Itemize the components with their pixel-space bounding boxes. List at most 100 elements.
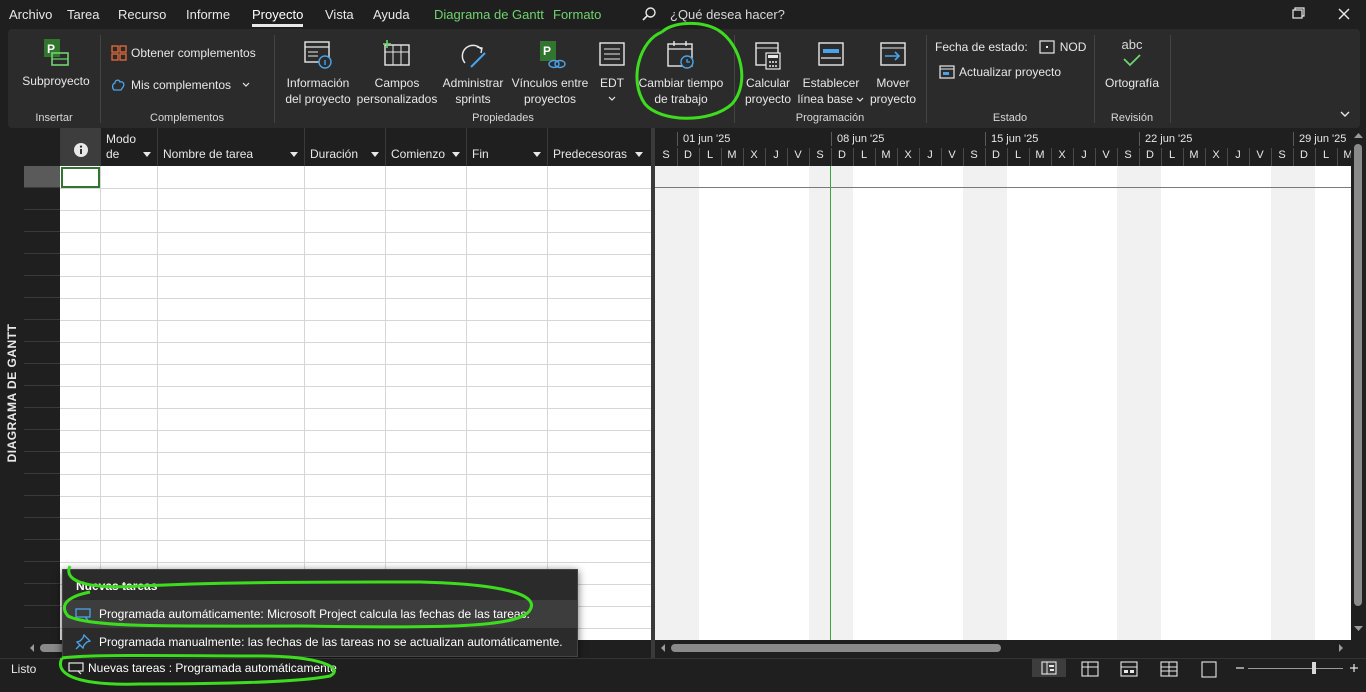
row-header[interactable] [24,254,60,276]
tab-diagrama-de-gantt[interactable]: Diagrama de Gantt [434,7,544,22]
row-header[interactable] [24,540,60,562]
row-header[interactable] [24,364,60,386]
tab-recurso[interactable]: Recurso [118,7,166,22]
group-separator [100,35,101,123]
cambiar-tiempo-trabajo-button[interactable]: Cambiar tiempo de trabajo [634,39,728,107]
scroll-up-icon[interactable] [1351,130,1366,142]
mover-label-1: Mover [876,76,910,90]
day-label: S [1278,149,1286,161]
obtener-complementos-button[interactable]: Obtener complementos [111,45,256,61]
row-header[interactable] [24,562,60,584]
column-header-duracion[interactable]: Duración [304,128,385,166]
row-header[interactable] [24,452,60,474]
restore-icon[interactable] [1286,4,1308,24]
tab-tarea[interactable]: Tarea [67,7,100,22]
administrar-sprints-button[interactable]: Administrar sprints [440,39,506,107]
timescale[interactable]: S D L M X J V S D L M X J V S D L M X J V S D L M X J V S D L M 01 jun '… [655,128,1351,166]
team-planner-icon[interactable] [1120,661,1138,679]
row-header[interactable] [24,188,60,210]
row-header[interactable] [24,320,60,342]
day-label: J [927,149,933,161]
calcular-proyecto-button[interactable]: Calcular proyecto [740,39,796,107]
gantt-hscroll[interactable] [655,640,1366,656]
scroll-left-icon[interactable] [657,640,669,656]
day-label: L [1168,149,1176,161]
gantt-chart[interactable]: S D L M X J V S D L M X J V S D L M X J V S D L M X J V S D L M 01 jun '… [655,128,1351,640]
tab-informe[interactable]: Informe [186,7,230,22]
row-header[interactable] [24,166,60,188]
mover-proyecto-button[interactable]: Mover proyecto [864,39,922,107]
nonworking-day-shading [831,166,853,640]
column-header-modo[interactable]: Modo de [100,128,157,166]
gantt-hscroll-thumb[interactable] [671,644,1001,652]
task-usage-icon[interactable] [1081,661,1099,679]
row-header[interactable] [24,276,60,298]
row-header[interactable] [24,584,60,606]
auto-schedule-icon [75,608,91,621]
scroll-down-icon[interactable] [1351,622,1366,634]
today-line [830,166,831,640]
store-icon [111,45,127,61]
row-header[interactable] [24,518,60,540]
row-header[interactable] [24,606,60,628]
zoom-slider-track[interactable] [1248,668,1343,669]
row-header[interactable] [24,232,60,254]
search-icon[interactable] [641,6,657,22]
nonworking-day-shading [1139,166,1161,640]
informacion-proyecto-button[interactable]: Información del proyecto [280,39,356,107]
mis-complementos-button[interactable]: Mis complementos [111,77,257,93]
tab-proyecto[interactable]: Proyecto [252,7,304,27]
row-header[interactable] [24,386,60,408]
row-header[interactable] [24,496,60,518]
baseline-icon [818,42,844,66]
row-divider [60,320,651,321]
tab-vista[interactable]: Vista [325,7,354,22]
row-divider [60,474,651,475]
row-header[interactable] [24,430,60,452]
search-input[interactable]: ¿Qué desea hacer? [670,7,785,22]
day-label: S [662,149,670,161]
column-header-comienzo[interactable]: Comienzo [385,128,466,166]
ortografia-button[interactable]: abc Ortografía [1100,37,1164,91]
subproyecto-button[interactable]: P Subproyecto [20,37,92,89]
new-tasks-mode-button[interactable]: Nuevas tareas : Programada automáticamen… [68,661,337,675]
scroll-left-icon[interactable] [26,640,38,656]
selected-cell[interactable] [61,167,100,188]
gantt-view-button[interactable] [1032,659,1066,677]
scroll-right-icon[interactable] [1335,640,1347,656]
row-header[interactable] [24,210,60,232]
edt-button[interactable]: EDT [594,39,630,107]
row-header[interactable] [24,474,60,496]
vinculos-proyectos-button[interactable]: P Vínculos entre proyectos [508,39,592,107]
report-view-icon[interactable] [1200,661,1218,679]
campos-personalizados-button[interactable]: Campos personalizados [356,39,438,107]
fecha-estado-control[interactable]: Fecha de estado: NOD [935,39,1086,55]
week-divider [985,132,986,146]
tab-formato[interactable]: Formato [553,7,601,22]
edt-label: EDT [600,76,624,90]
zoom-in-icon[interactable] [1346,659,1364,677]
select-all-cell[interactable] [60,128,100,166]
establecer-linea-base-button[interactable]: Establecer línea base [796,39,866,107]
actualizar-proyecto-button[interactable]: Actualizar proyecto [939,64,1061,80]
zoom-slider-thumb[interactable] [1312,662,1316,674]
gantt-vscroll[interactable] [1351,128,1366,640]
resource-sheet-icon[interactable] [1160,661,1178,679]
option-auto-scheduled[interactable]: Programada automáticamente: Microsoft Pr… [63,600,577,628]
close-icon[interactable] [1333,4,1355,24]
column-header-predecesoras[interactable]: Predecesoras [547,128,651,166]
day-label: D [992,149,1000,161]
row-header[interactable] [24,298,60,320]
informacion-label-1: Información [286,76,350,90]
tab-ayuda[interactable]: Ayuda [373,7,410,22]
gantt-vscroll-thumb[interactable] [1354,144,1362,606]
row-header[interactable] [24,342,60,364]
column-header-fin[interactable]: Fin [466,128,547,166]
tab-archivo[interactable]: Archivo [9,7,52,22]
collapse-ribbon-icon[interactable] [1338,109,1352,119]
row-divider [60,364,651,365]
column-header-nombre[interactable]: Nombre de tarea [157,128,304,166]
row-divider [60,276,651,277]
row-header[interactable] [24,408,60,430]
option-manual-scheduled[interactable]: Programada manualmente: las fechas de la… [63,628,577,656]
